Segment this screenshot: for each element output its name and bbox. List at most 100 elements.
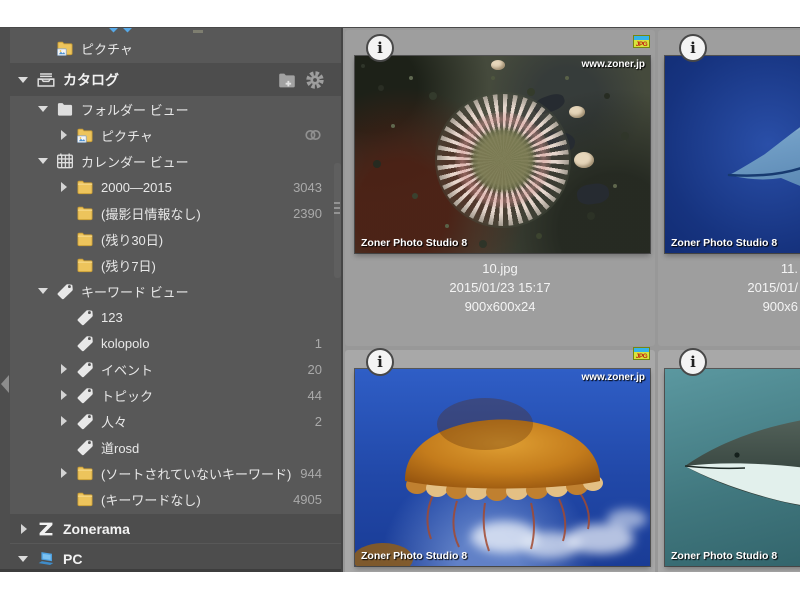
sidebar-section-zonerama[interactable]: Zonerama xyxy=(10,514,341,543)
tree-item-michi-rosd[interactable]: 道rosd xyxy=(10,434,341,460)
clipped-icon xyxy=(108,28,119,33)
caption-filename: 10.jpg xyxy=(482,261,518,276)
zonerama-logo-icon xyxy=(35,518,57,540)
tree-item-event[interactable]: イベント 20 xyxy=(10,356,341,382)
tree-item-topic[interactable]: トピック 44 xyxy=(10,382,341,408)
collapse-left-icon[interactable] xyxy=(1,375,9,393)
chevron-down-icon[interactable] xyxy=(18,556,35,562)
tree-item-no-keyword[interactable]: (キーワードなし) 4905 xyxy=(10,486,341,512)
folder-icon xyxy=(75,463,95,483)
pc-laptop-icon xyxy=(35,548,57,570)
watermark-url: www.zoner.jp xyxy=(581,372,645,383)
thumbnail-cell[interactable]: www.zoner.jp Zoner Photo Studio 8 i JPG xyxy=(345,347,655,573)
top-white-margin xyxy=(0,0,800,27)
jellyfish-art xyxy=(355,398,647,566)
thumbnail-cell[interactable]: Zoner Photo Studio 8 i xyxy=(658,348,800,573)
tree-item-kolopolo[interactable]: kolopolo 1 xyxy=(10,330,341,356)
photo-jellyfish[interactable]: www.zoner.jp Zoner Photo Studio 8 xyxy=(355,369,650,566)
chevron-down-icon[interactable] xyxy=(38,106,55,112)
caption-datetime: 2015/01/23 15:17 xyxy=(449,280,551,295)
tag-icon xyxy=(75,359,95,379)
bottom-white-margin xyxy=(0,572,800,600)
chevron-right-icon[interactable] xyxy=(58,390,75,400)
sidebar-section-pc[interactable]: PC xyxy=(10,544,341,572)
item-count: 944 xyxy=(300,465,322,481)
dolphin-art xyxy=(684,420,800,506)
tag-icon xyxy=(75,385,95,405)
thumbnail-caption: 11. 2015/01/ 900x6 xyxy=(666,259,798,316)
tree-item-keyword-view[interactable]: キーワード ビュー xyxy=(10,278,341,304)
folder-icon xyxy=(75,177,95,197)
clipped-icon xyxy=(122,28,133,33)
tree-item-calendar-view[interactable]: カレンダー ビュー xyxy=(10,148,341,174)
tree-item-folder-view[interactable]: フォルダー ビュー xyxy=(10,96,341,122)
catalog-icon xyxy=(35,69,57,91)
info-icon[interactable]: i xyxy=(366,34,394,62)
watermark-url: www.zoner.jp xyxy=(581,59,645,70)
photo-dolphin-teal[interactable]: Zoner Photo Studio 8 xyxy=(665,369,800,566)
tree-item-last-7-days[interactable]: (残り7日) xyxy=(10,252,341,278)
folder-icon xyxy=(75,229,95,249)
pebble xyxy=(574,152,594,168)
chevron-down-icon[interactable] xyxy=(38,158,55,164)
folder-icon xyxy=(55,99,75,119)
tree-item-pictures[interactable]: ピクチャ xyxy=(10,122,341,148)
item-count: 1 xyxy=(314,335,322,351)
sidebar-section-catalog[interactable]: カタログ xyxy=(10,63,341,96)
sidebar-scrollbar[interactable] xyxy=(334,163,341,278)
tag-icon xyxy=(75,307,95,327)
pictures-folder-icon xyxy=(75,125,95,145)
jpeg-format-badge: JPG xyxy=(633,347,650,360)
navigation-sidebar: ピクチャ カタログ フォルダー ビュー ピクチャ カレンダー ビュー 2000—… xyxy=(10,28,341,572)
chevron-right-icon[interactable] xyxy=(58,182,75,192)
caption-dimensions: 900x600x24 xyxy=(464,299,536,314)
chevron-down-icon[interactable] xyxy=(38,288,55,294)
clipped-icon xyxy=(193,30,203,33)
anemone xyxy=(435,92,571,228)
photo-sea-anemone[interactable]: www.zoner.jp Zoner Photo Studio 8 xyxy=(355,56,650,253)
info-icon[interactable]: i xyxy=(679,34,707,62)
sidebar-item-pictures-top[interactable]: ピクチャ xyxy=(10,35,341,61)
panel-collapse-strip[interactable] xyxy=(0,28,10,572)
chevron-right-icon[interactable] xyxy=(58,364,75,374)
watermark-brand: Zoner Photo Studio 8 xyxy=(671,550,778,562)
thumbnail-caption: 10.jpg 2015/01/23 15:17 900x600x24 xyxy=(345,259,655,316)
chevron-right-icon[interactable] xyxy=(58,130,75,140)
folder-icon xyxy=(75,255,95,275)
chevron-right-icon[interactable] xyxy=(58,416,75,426)
thumbnail-grid: www.zoner.jp Zoner Photo Studio 8 i JPG … xyxy=(341,28,800,573)
caption-datetime: 2015/01/ xyxy=(747,280,798,295)
pebble xyxy=(569,106,585,118)
chevron-right-icon[interactable] xyxy=(18,524,35,534)
folder-icon xyxy=(75,203,95,223)
app-window: ピクチャ カタログ フォルダー ビュー ピクチャ カレンダー ビュー 2000—… xyxy=(0,27,800,573)
tree-item-people[interactable]: 人々 2 xyxy=(10,408,341,434)
watermark-brand: Zoner Photo Studio 8 xyxy=(361,237,468,249)
tree-item-123[interactable]: 123 xyxy=(10,304,341,330)
gear-icon[interactable] xyxy=(304,69,326,91)
tag-icon xyxy=(75,411,95,431)
scrollbar-grip[interactable] xyxy=(334,202,340,215)
tree-item-no-date-info[interactable]: (撮影日情報なし) 2390 xyxy=(10,200,341,226)
thumbnail-cell[interactable]: www.zoner.jp Zoner Photo Studio 8 i JPG … xyxy=(345,30,655,346)
tree-item-last-30-days[interactable]: (残り30日) xyxy=(10,226,341,252)
pebble xyxy=(491,60,505,70)
tree-item-2000-2015[interactable]: 2000—2015 3043 xyxy=(10,174,341,200)
caption-dimensions: 900x6 xyxy=(762,299,798,314)
photo-dolphin-blue[interactable]: Zoner Photo Studio 8 xyxy=(665,56,800,253)
watermark-brand: Zoner Photo Studio 8 xyxy=(361,550,468,562)
add-folder-button[interactable] xyxy=(276,69,298,91)
folder-icon xyxy=(75,489,95,509)
stone xyxy=(575,181,611,207)
sync-icon xyxy=(302,124,324,146)
jpeg-format-badge: JPG xyxy=(633,35,650,48)
info-icon[interactable]: i xyxy=(366,348,394,376)
tag-icon xyxy=(75,437,95,457)
info-icon[interactable]: i xyxy=(679,348,707,376)
thumbnail-cell[interactable]: Zoner Photo Studio 8 i 11. 2015/01/ 900x… xyxy=(658,30,800,346)
chevron-right-icon[interactable] xyxy=(58,468,75,478)
rock-texture xyxy=(361,64,365,68)
chevron-down-icon[interactable] xyxy=(18,77,35,83)
item-count: 2390 xyxy=(293,205,322,221)
tree-item-unsorted-keywords[interactable]: (ソートされていないキーワード) 944 xyxy=(10,460,341,486)
